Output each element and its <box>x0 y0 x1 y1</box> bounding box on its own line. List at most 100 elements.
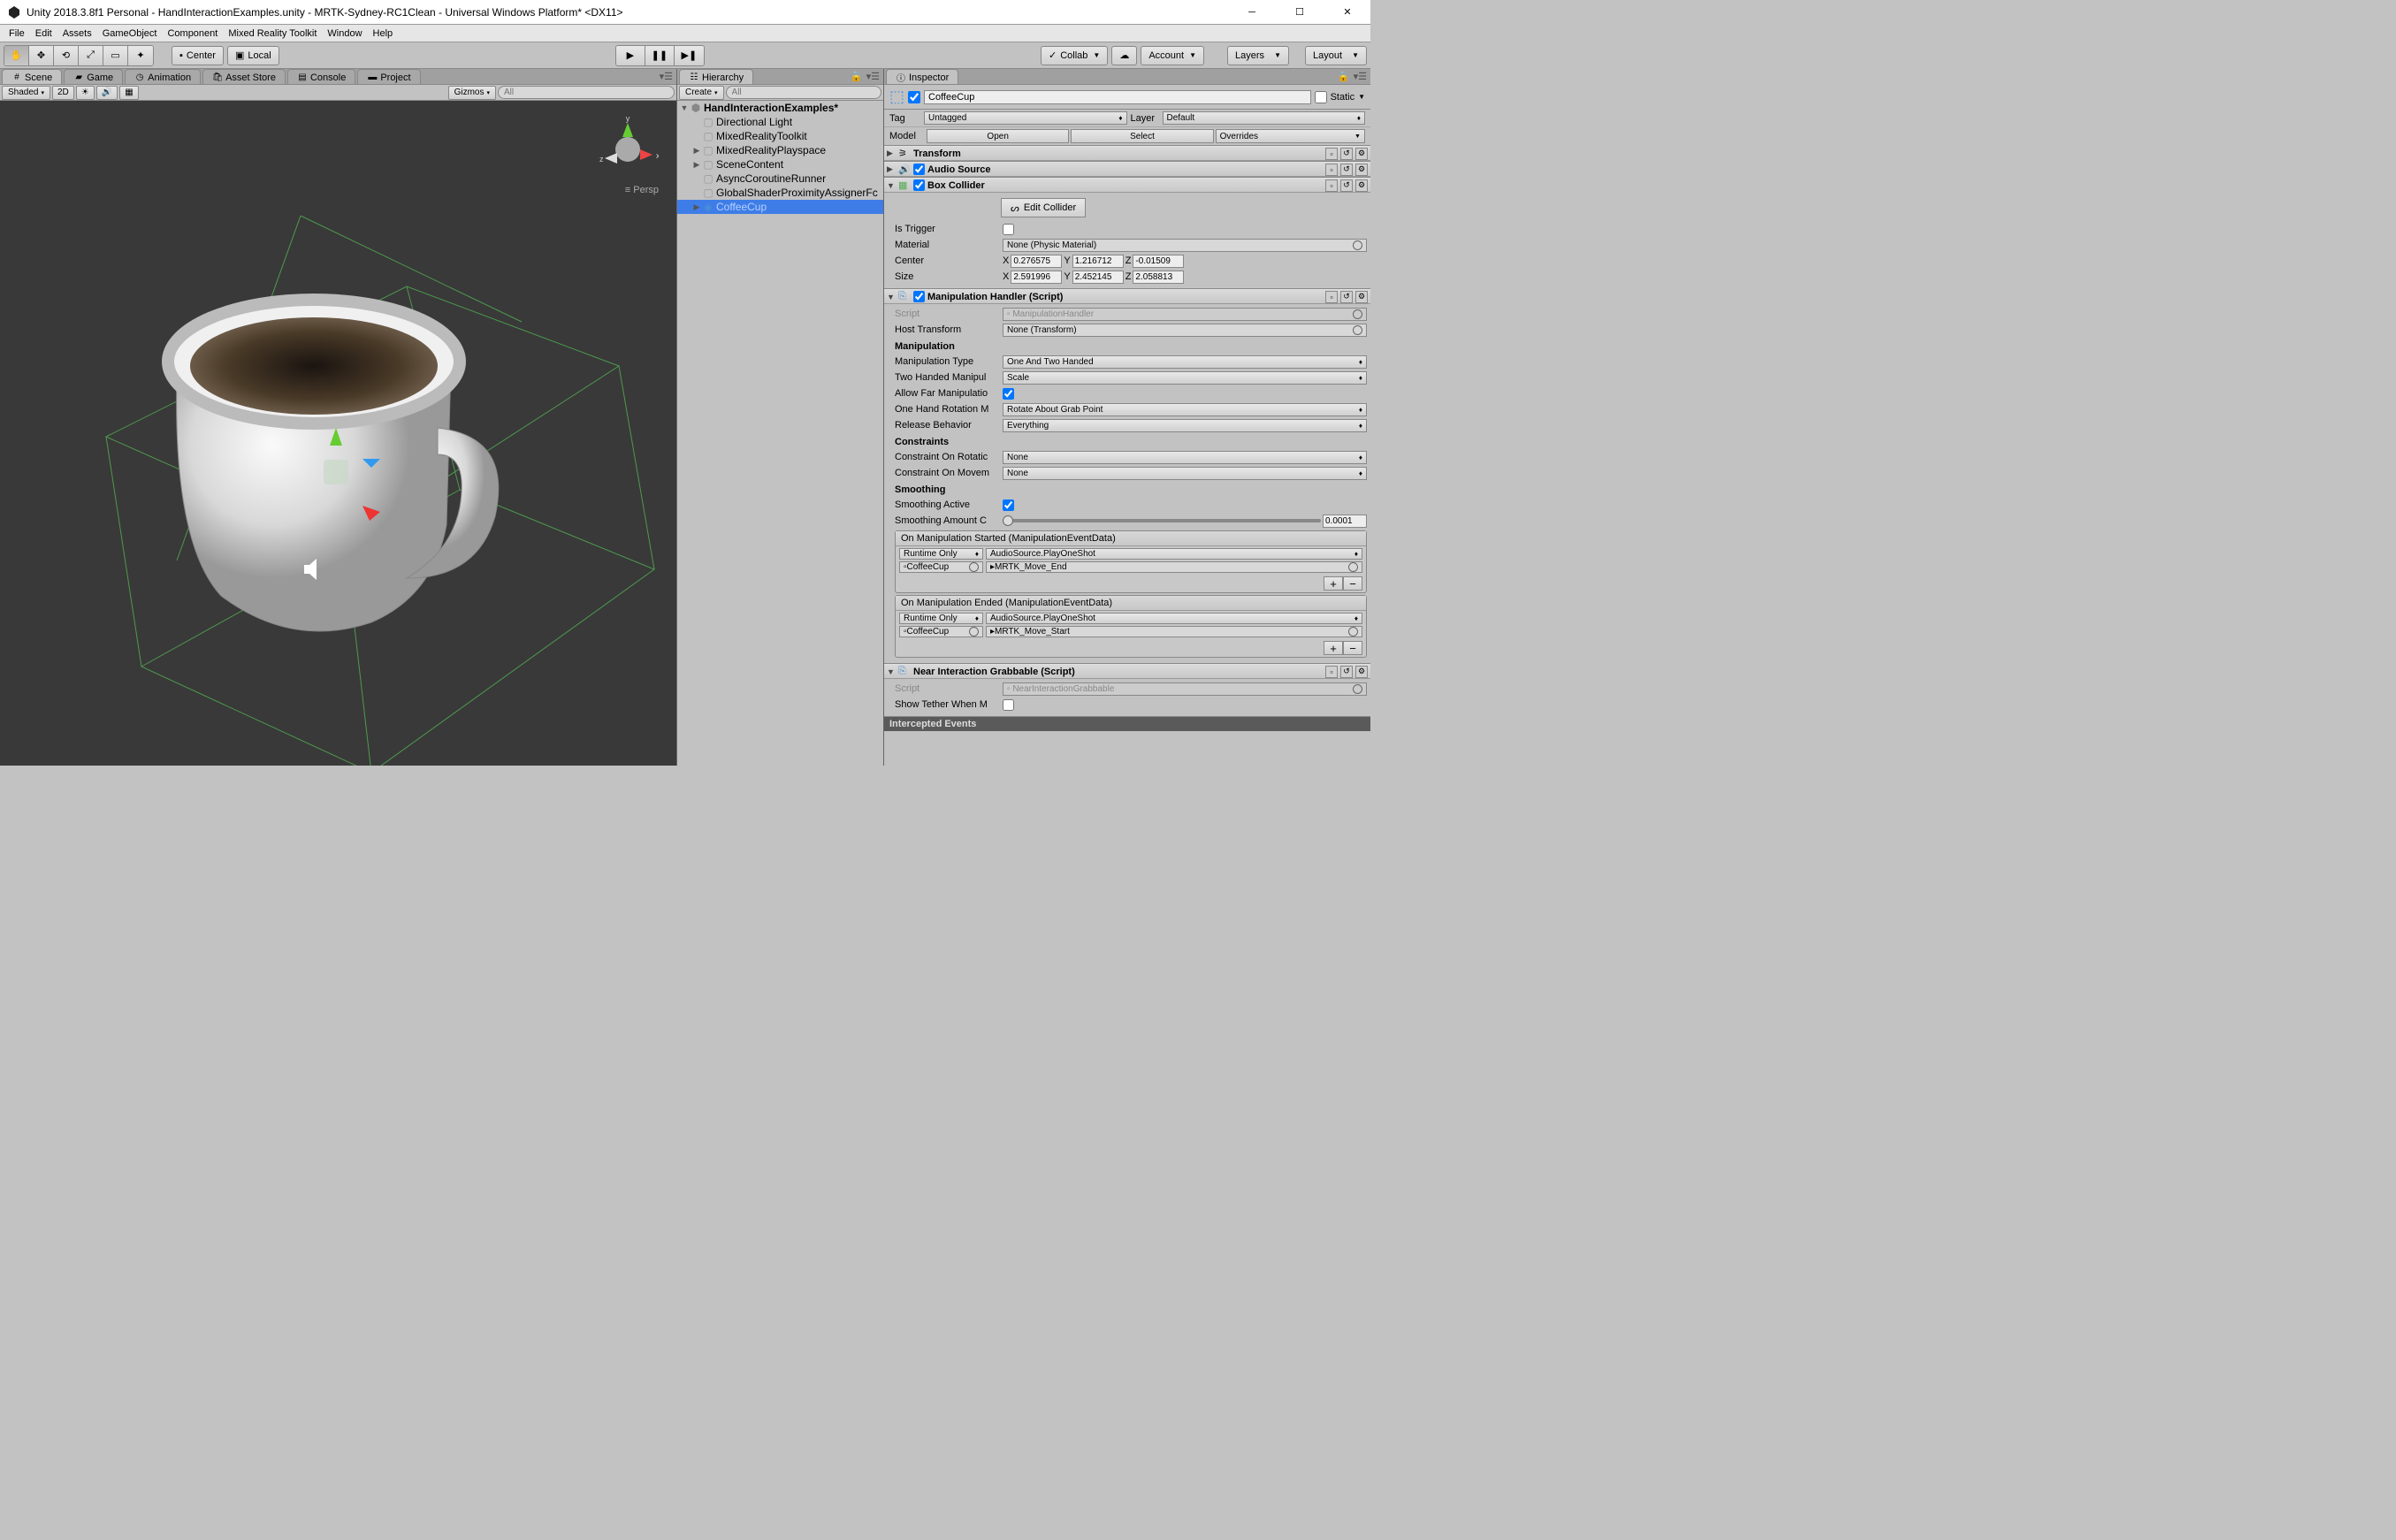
tab-project[interactable]: ▬Project <box>357 69 420 84</box>
account-dropdown[interactable]: Account▼ <box>1141 46 1204 65</box>
event-function-dropdown[interactable]: AudioSource.PlayOneShot♦ <box>986 548 1362 560</box>
object-picker-icon[interactable] <box>1353 684 1362 694</box>
object-picker-icon[interactable] <box>969 627 979 637</box>
pause-button[interactable]: ❚❚ <box>645 46 675 65</box>
boxcollider-header[interactable]: ▼ ▦ Box Collider ▫ ↺ ⚙ <box>884 178 1370 193</box>
model-open-button[interactable]: Open <box>927 129 1069 143</box>
transform-header[interactable]: ▶ ⚞ Transform ▫ ↺ ⚙ <box>884 146 1370 161</box>
two-handed-dropdown[interactable]: Scale♦ <box>1003 371 1367 385</box>
object-picker-icon[interactable] <box>1348 562 1358 572</box>
reset-icon[interactable]: ↺ <box>1340 291 1353 303</box>
tab-game[interactable]: ▰Game <box>64 69 123 84</box>
object-picker-icon[interactable] <box>1353 325 1362 335</box>
event-function-dropdown[interactable]: AudioSource.PlayOneShot♦ <box>986 613 1362 624</box>
hierarchy-item[interactable]: ▢AsyncCoroutineRunner <box>677 172 883 186</box>
audiosource-header[interactable]: ▶ 🔊 Audio Source ▫ ↺ ⚙ <box>884 162 1370 177</box>
event-arg-field[interactable]: ▸MRTK_Move_End <box>986 561 1362 573</box>
gizmos-dropdown[interactable]: Gizmos▾ <box>448 86 496 100</box>
add-listener-button[interactable]: + <box>1324 641 1343 655</box>
orientation-gizmo[interactable]: y x z <box>597 110 659 180</box>
step-button[interactable]: ▶❚ <box>675 46 704 65</box>
layers-dropdown[interactable]: Layers▼ <box>1227 46 1289 65</box>
gear-icon[interactable]: ⚙ <box>1355 164 1368 176</box>
menu-mrtk[interactable]: Mixed Reality Toolkit <box>223 27 322 41</box>
reset-icon[interactable]: ↺ <box>1340 164 1353 176</box>
event-arg-field[interactable]: ▸MRTK_Move_Start <box>986 626 1362 637</box>
reference-icon[interactable]: ▫ <box>1325 179 1338 192</box>
minimize-button[interactable]: ─ <box>1236 3 1268 22</box>
move-tool[interactable]: ✥ <box>29 46 54 65</box>
event-callstate-dropdown[interactable]: Runtime Only♦ <box>899 548 983 560</box>
hierarchy-item[interactable]: ▶▢MixedRealityPlayspace <box>677 143 883 157</box>
maximize-button[interactable]: ☐ <box>1284 3 1316 22</box>
tab-assetstore[interactable]: 🛍Asset Store <box>202 69 286 84</box>
event-target-field[interactable]: ▫CoffeeCup <box>899 561 983 573</box>
intercepted-events-bar[interactable]: Intercepted Events <box>884 717 1370 731</box>
edit-collider-button[interactable]: ᔕEdit Collider <box>1001 198 1086 217</box>
active-checkbox[interactable] <box>908 91 920 103</box>
layout-dropdown[interactable]: Layout▼ <box>1305 46 1367 65</box>
hierarchy-item[interactable]: ▢Directional Light <box>677 115 883 129</box>
tab-hierarchy[interactable]: ☷Hierarchy <box>679 69 753 84</box>
static-checkbox[interactable] <box>1315 91 1327 103</box>
host-transform-field[interactable]: None (Transform) <box>1003 324 1367 337</box>
audiosource-enabled[interactable] <box>913 164 925 175</box>
model-select-button[interactable]: Select <box>1071 129 1213 143</box>
lock-icon[interactable]: 🔒 <box>851 71 863 82</box>
hierarchy-item[interactable]: ▶◈CoffeeCup <box>677 200 883 214</box>
reference-icon[interactable]: ▫ <box>1325 666 1338 678</box>
scene-root[interactable]: ▼ ⬢ HandInteractionExamples* <box>677 101 883 115</box>
object-picker-icon[interactable] <box>1348 627 1358 637</box>
lighting-toggle[interactable]: ☀ <box>76 86 95 100</box>
layer-dropdown[interactable]: Default♦ <box>1163 111 1366 125</box>
constraint-movement-dropdown[interactable]: None♦ <box>1003 467 1367 480</box>
menu-window[interactable]: Window <box>322 27 367 41</box>
hierarchy-search[interactable] <box>726 86 881 99</box>
release-behavior-dropdown[interactable]: Everything♦ <box>1003 419 1367 432</box>
center-x[interactable] <box>1011 255 1062 268</box>
manip-type-dropdown[interactable]: One And Two Handed♦ <box>1003 355 1367 369</box>
allow-far-checkbox[interactable] <box>1003 388 1014 400</box>
maniphandler-header[interactable]: ▼ ⎘ Manipulation Handler (Script) ▫ ↺ ⚙ <box>884 289 1370 304</box>
create-dropdown[interactable]: Create▾ <box>679 86 724 100</box>
2d-toggle[interactable]: 2D <box>52 86 74 100</box>
scale-tool[interactable]: ⤢ <box>79 46 103 65</box>
smoothing-value[interactable] <box>1323 515 1367 528</box>
event-target-field[interactable]: ▫CoffeeCup <box>899 626 983 637</box>
hierarchy-item[interactable]: ▶▢SceneContent <box>677 157 883 172</box>
remove-listener-button[interactable]: − <box>1343 641 1362 655</box>
tab-inspector[interactable]: ⓘInspector <box>886 69 958 84</box>
center-y[interactable] <box>1072 255 1124 268</box>
gear-icon[interactable]: ⚙ <box>1355 291 1368 303</box>
hierarchy-item[interactable]: ▢MixedRealityToolkit <box>677 129 883 143</box>
event-callstate-dropdown[interactable]: Runtime Only♦ <box>899 613 983 624</box>
onehand-rotation-dropdown[interactable]: Rotate About Grab Point♦ <box>1003 403 1367 416</box>
hierarchy-item[interactable]: ▢GlobalShaderProximityAssignerFc <box>677 186 883 200</box>
menu-component[interactable]: Component <box>162 27 223 41</box>
audio-toggle[interactable]: 🔊 <box>96 86 118 100</box>
name-field[interactable] <box>924 90 1311 104</box>
menu-file[interactable]: File <box>4 27 30 41</box>
rect-tool[interactable]: ▭ <box>103 46 128 65</box>
remove-listener-button[interactable]: − <box>1343 576 1362 591</box>
lock-icon[interactable]: 🔒 <box>1338 71 1350 82</box>
reset-icon[interactable]: ↺ <box>1340 179 1353 192</box>
close-button[interactable]: ✕ <box>1332 3 1363 22</box>
object-picker-icon[interactable] <box>969 562 979 572</box>
add-listener-button[interactable]: + <box>1324 576 1343 591</box>
tab-menu-icon[interactable]: ▾☰ <box>660 71 673 82</box>
transform-tool[interactable]: ✦ <box>128 46 153 65</box>
hand-tool[interactable]: ✋ <box>4 46 29 65</box>
model-overrides-dropdown[interactable]: Overrides▼ <box>1216 129 1365 143</box>
reference-icon[interactable]: ▫ <box>1325 148 1338 160</box>
object-picker-icon[interactable] <box>1353 240 1362 250</box>
gear-icon[interactable]: ⚙ <box>1355 148 1368 160</box>
size-x[interactable] <box>1011 271 1062 284</box>
physic-material-field[interactable]: None (Physic Material) <box>1003 239 1367 252</box>
nearinteraction-header[interactable]: ▼ ⎘ Near Interaction Grabbable (Script) … <box>884 664 1370 679</box>
projection-label[interactable]: ≡ Persp <box>625 185 659 195</box>
menu-gameobject[interactable]: GameObject <box>97 27 163 41</box>
collab-dropdown[interactable]: ✓Collab▼ <box>1041 46 1108 65</box>
scene-search[interactable] <box>498 86 675 99</box>
menu-help[interactable]: Help <box>368 27 399 41</box>
